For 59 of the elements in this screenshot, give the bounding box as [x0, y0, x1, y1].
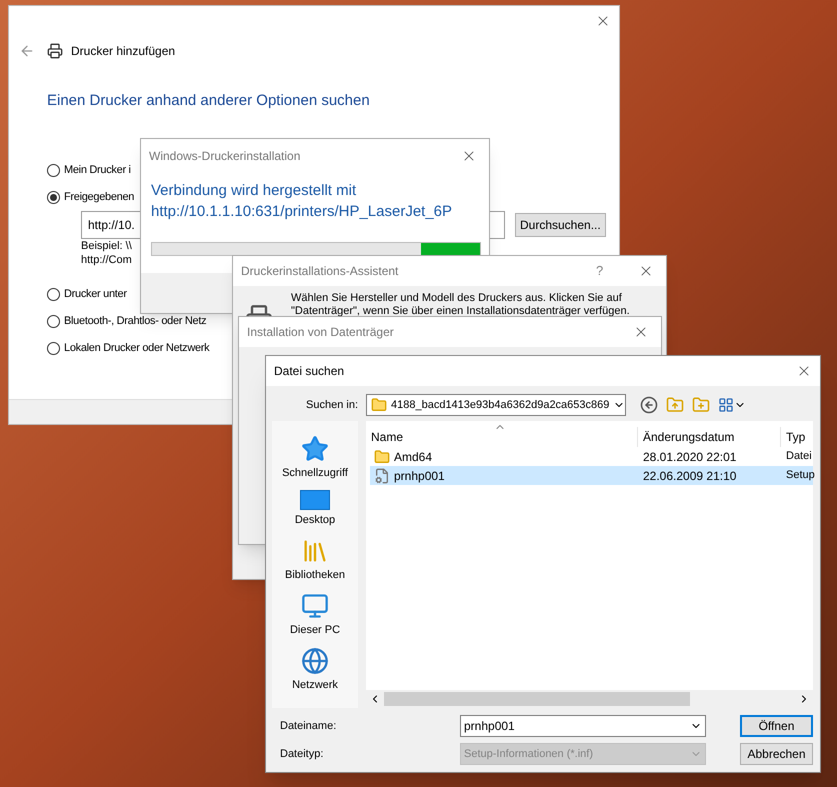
option-label[interactable]: Bluetooth-, Drahtlos- oder Netz	[64, 312, 206, 330]
computer-icon	[301, 592, 329, 620]
file-row[interactable]: Amd64 28.01.2020 22:01 Datei	[370, 447, 813, 466]
connection-message: Verbindung wird hergestellt mit	[151, 181, 356, 201]
radio-button[interactable]	[47, 164, 60, 176]
filetype-label: Dateityp:	[280, 746, 324, 762]
printer-icon	[47, 43, 63, 59]
radio-button[interactable]	[47, 190, 60, 204]
option-label[interactable]: Mein Drucker i	[64, 162, 131, 178]
file-name: Amd64	[394, 448, 432, 466]
filename-combobox[interactable]: prnhp001	[460, 715, 706, 737]
view-menu-icon[interactable]	[718, 397, 746, 413]
instruction-text: Wählen Sie Hersteller und Modell des Druckers aus. Klicken Sie auf	[291, 292, 623, 305]
page-heading: Einen Drucker anhand anderer Optionen suchen	[47, 91, 371, 111]
star-icon	[301, 435, 329, 463]
modified-date: 28.01.2020 22:01	[642, 448, 738, 466]
radio-button[interactable]	[47, 288, 60, 300]
look-in-label: Suchen in:	[305, 398, 358, 413]
file-name: prnhp001	[394, 468, 445, 484]
place-item[interactable]: Bibliotheken	[285, 537, 345, 582]
file-type: Datei	[785, 449, 813, 464]
connection-message: http://10.1.1.10:631/printers/HP_LaserJet_6P	[151, 202, 452, 222]
back-icon[interactable]	[640, 396, 658, 414]
column-header[interactable]: Name	[366, 427, 638, 447]
filename-label: Dateiname:	[280, 718, 338, 734]
example-text: http://Com	[81, 252, 132, 266]
option-label[interactable]: Lokalen Drucker oder Netzwerk	[64, 340, 210, 356]
option-label[interactable]: Drucker unter	[64, 286, 127, 302]
place-item[interactable]: Netzwerk	[292, 647, 338, 692]
radio-button[interactable]	[47, 314, 60, 328]
option-label[interactable]: Freigegebenen	[64, 188, 134, 206]
folder-path: 4188_bacd1413e93b4a6362d9a2ca653c869	[391, 398, 610, 413]
column-header[interactable]: Typ	[781, 427, 813, 447]
place-item[interactable]: Schnellzugriff	[282, 435, 348, 480]
modified-date: 22.06.2009 21:10	[642, 468, 738, 484]
instruction-text: "Datenträger", wenn Sie über einen Installationsdatenträger verfügen.	[291, 305, 630, 318]
globe-icon	[301, 647, 329, 675]
column-header[interactable]: Änderungsdatum	[638, 427, 781, 447]
desktop-icon	[300, 490, 330, 510]
example-text: Beispiel: \\	[81, 238, 132, 252]
cancel-button[interactable]: Abbrechen	[740, 743, 813, 765]
scroll-thumb[interactable]	[384, 692, 690, 706]
settings-file-icon	[374, 468, 390, 484]
window-title: Drucker hinzufügen	[71, 43, 176, 60]
file-type: Setup	[785, 468, 813, 484]
dialog-title: Windows-Druckerinstallation	[149, 148, 300, 165]
browse-button[interactable]: Durchsuchen...	[515, 212, 606, 236]
radio-button[interactable]	[47, 342, 60, 354]
place-item[interactable]: Dieser PC	[290, 592, 340, 637]
dialog-title: Druckerinstallations-Assistent	[241, 263, 398, 280]
folder-icon	[374, 448, 390, 464]
help-icon[interactable]: ?	[596, 261, 604, 281]
open-button[interactable]: Öffnen	[740, 715, 813, 737]
place-item[interactable]: Desktop	[294, 490, 336, 527]
dialog-title: Datei suchen	[274, 363, 344, 380]
dialog-title: Installation von Datenträger	[247, 324, 394, 341]
file-row[interactable]: prnhp001 22.06.2009 21:10 Setup	[370, 466, 813, 485]
folder-icon	[371, 397, 387, 413]
look-in-dropdown[interactable]: 4188_bacd1413e93b4a6362d9a2ca653c869	[366, 394, 626, 416]
